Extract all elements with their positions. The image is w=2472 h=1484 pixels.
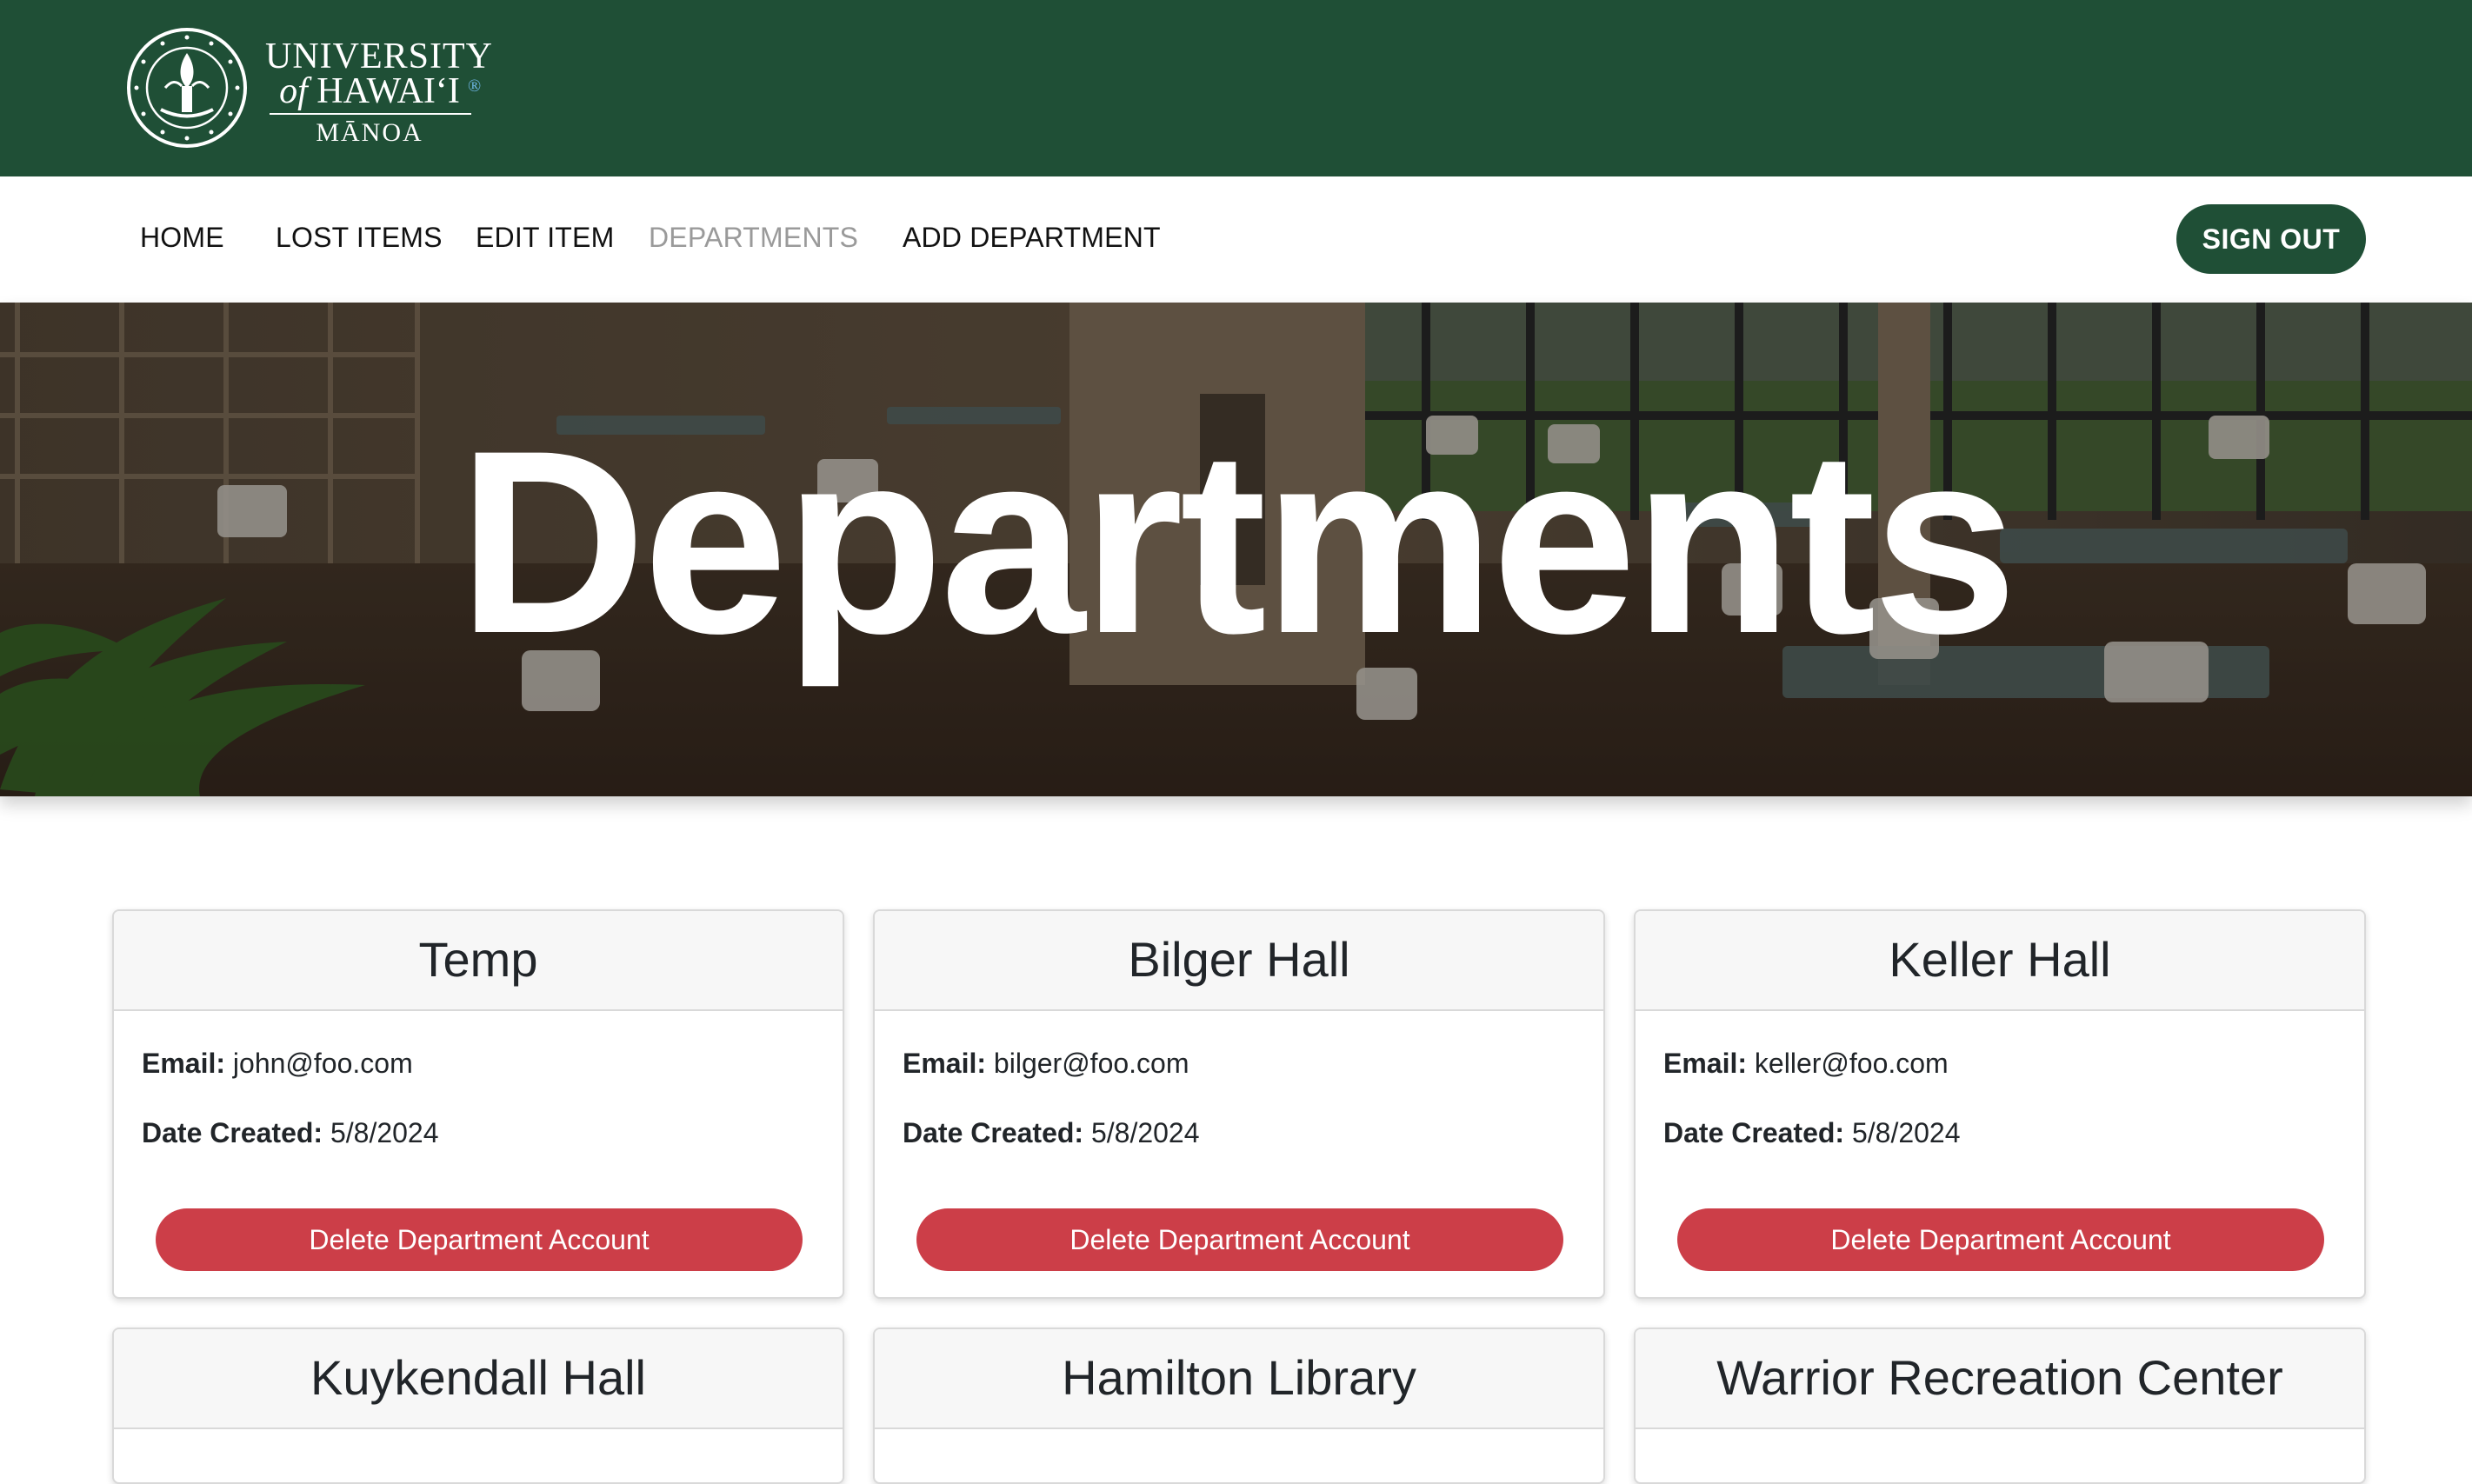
delete-department-button[interactable]: Delete Department Account [1677, 1208, 2324, 1271]
email-value: keller@foo.com [1754, 1048, 1949, 1079]
card-email-line: Email: keller@foo.com [1663, 1046, 1949, 1081]
university-seal-icon[interactable] [126, 27, 248, 149]
top-banner: UNIVERSITY of HAWAI‘I ® MĀNOA [0, 0, 2472, 176]
university-wordmark[interactable]: UNIVERSITY of HAWAI‘I ® MĀNOA [265, 37, 492, 150]
department-card: Warrior Recreation Center [1634, 1328, 2366, 1484]
page-title: Departments [457, 396, 2018, 688]
email-label: Email: [903, 1048, 987, 1079]
hero-banner: Departments [0, 303, 2472, 796]
date-label: Date Created: [1663, 1117, 1845, 1148]
wordmark-rule [270, 113, 471, 115]
email-label: Email: [1663, 1048, 1748, 1079]
nav-add-department[interactable]: ADD DEPARTMENT [903, 220, 1161, 255]
card-date-line: Date Created: 5/8/2024 [1663, 1115, 1961, 1150]
wordmark-of: of [279, 71, 308, 111]
date-label: Date Created: [142, 1117, 323, 1148]
card-email-line: Email: john@foo.com [142, 1046, 413, 1081]
nav-departments[interactable]: DEPARTMENTS [649, 220, 858, 255]
department-card: Temp Email: john@foo.com Date Created: 5… [112, 909, 844, 1299]
nav-home[interactable]: HOME [140, 220, 224, 255]
date-label: Date Created: [903, 1117, 1084, 1148]
wordmark-hawaii: HAWAI‘I [316, 71, 460, 111]
card-title: Warrior Recreation Center [1636, 1329, 2364, 1429]
date-value: 5/8/2024 [330, 1117, 439, 1148]
card-title: Temp [114, 911, 843, 1011]
nav-edit-item[interactable]: EDIT ITEM [476, 220, 614, 255]
delete-department-button[interactable]: Delete Department Account [156, 1208, 803, 1271]
card-title: Bilger Hall [875, 911, 1603, 1011]
card-title: Hamilton Library [875, 1329, 1603, 1429]
wordmark-registered: ® [468, 77, 482, 96]
department-card: Bilger Hall Email: bilger@foo.com Date C… [873, 909, 1605, 1299]
delete-department-button[interactable]: Delete Department Account [916, 1208, 1563, 1271]
department-card: Kuykendall Hall [112, 1328, 844, 1484]
department-card: Hamilton Library [873, 1328, 1605, 1484]
card-title: Keller Hall [1636, 911, 2364, 1011]
date-value: 5/8/2024 [1090, 1117, 1200, 1148]
card-date-line: Date Created: 5/8/2024 [903, 1115, 1200, 1150]
email-value: john@foo.com [232, 1048, 413, 1079]
wordmark-line3: MĀNOA [316, 118, 423, 147]
department-card: Keller Hall Email: keller@foo.com Date C… [1634, 909, 2366, 1299]
wordmark-line2: of HAWAI‘I [265, 71, 474, 111]
email-label: Email: [142, 1048, 226, 1079]
nav-lost-items[interactable]: LOST ITEMS [276, 220, 443, 255]
card-email-line: Email: bilger@foo.com [903, 1046, 1189, 1081]
card-date-line: Date Created: 5/8/2024 [142, 1115, 439, 1150]
date-value: 5/8/2024 [1851, 1117, 1961, 1148]
email-value: bilger@foo.com [993, 1048, 1189, 1079]
card-title: Kuykendall Hall [114, 1329, 843, 1429]
sign-out-button[interactable]: SIGN OUT [2176, 204, 2366, 274]
navbar: HOME LOST ITEMS EDIT ITEM DEPARTMENTS AD… [0, 176, 2472, 303]
